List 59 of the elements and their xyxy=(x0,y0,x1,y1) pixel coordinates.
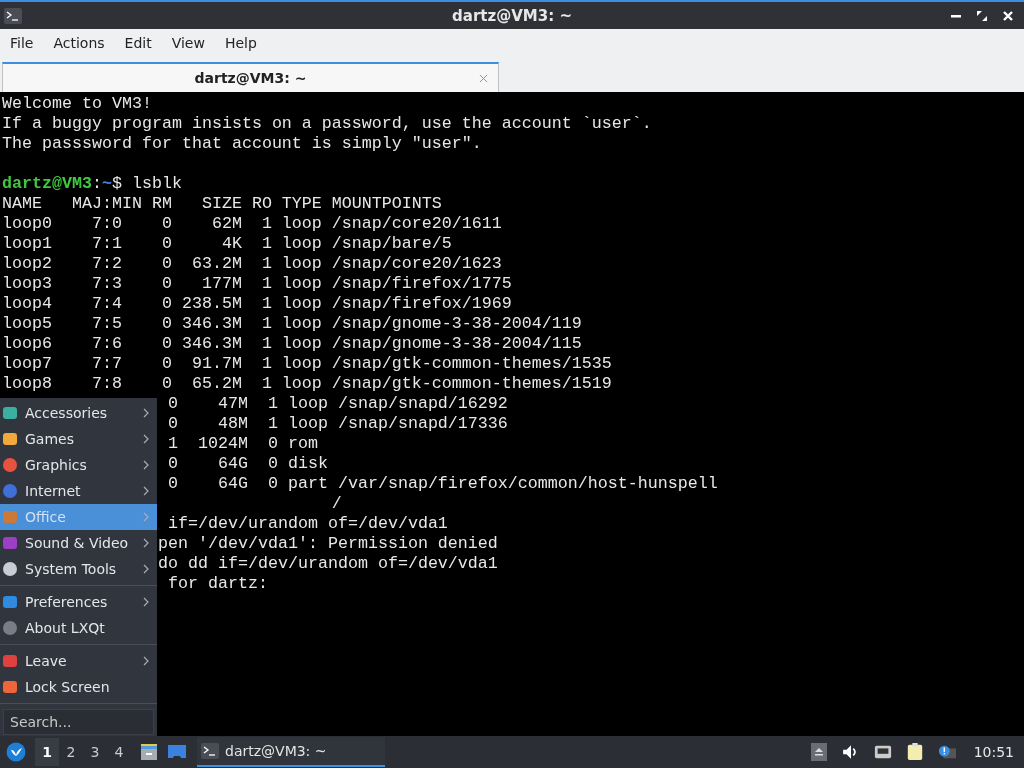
maximize-icon[interactable] xyxy=(976,9,988,22)
menu-item[interactable]: Help xyxy=(216,35,265,51)
terminal-line: loop3 7:3 0 177M 1 loop /snap/firefox/1775 xyxy=(2,274,512,293)
terminal-line: The passsword for that account is simply "user". xyxy=(2,134,482,153)
start-menu-icon[interactable] xyxy=(6,742,26,762)
workspace-button[interactable]: 3 xyxy=(83,738,107,766)
terminal-line: / xyxy=(330,494,342,513)
menu-item[interactable]: View xyxy=(163,35,213,51)
terminal-line: Welcome to VM3! xyxy=(2,94,152,113)
terminal-line: loop0 7:0 0 62M 1 loop /snap/core20/1611 xyxy=(2,214,502,233)
terminal-line: If a buggy program insists on a password, use the account `user`. xyxy=(2,114,652,133)
terminal-line: loop5 7:5 0 346.3M 1 loop /snap/gnome-3-38-2004/119 xyxy=(2,314,582,333)
workspace-button[interactable]: 2 xyxy=(59,738,83,766)
terminal-line: do dd if=/dev/urandom of=/dev/vda1 xyxy=(158,554,498,574)
terminal-line: 0 48M 1 loop /snap/snapd/17336 xyxy=(167,414,508,434)
menu-entry[interactable]: Lock Screen xyxy=(0,674,157,700)
terminal-line: loop8 7:8 0 65.2M 1 loop /snap/gtk-common-themes/1519 xyxy=(2,374,612,393)
menu-entry[interactable]: Preferences xyxy=(0,589,157,615)
menu-entry[interactable]: Internet xyxy=(0,478,157,504)
terminal-line: loop2 7:2 0 63.2M 1 loop /snap/core20/1623 xyxy=(2,254,502,273)
terminal-line: loop1 7:1 0 4K 1 loop /snap/bare/5 xyxy=(2,234,452,253)
clipboard-icon[interactable] xyxy=(905,743,924,761)
menu-item[interactable]: Actions xyxy=(45,35,113,51)
menu-item[interactable]: Edit xyxy=(116,35,160,51)
menu-entry[interactable]: Games xyxy=(0,426,157,452)
terminal-tab[interactable]: dartz@VM3: ~ xyxy=(2,62,499,92)
window-title: dartz@VM3: ~ xyxy=(452,6,572,25)
terminal-line: NAME MAJ:MIN RM SIZE RO TYPE MOUNTPOINTS xyxy=(2,194,442,213)
terminal-line: pen '/dev/vda1': Permission denied xyxy=(158,534,498,554)
menu-entry[interactable]: Graphics xyxy=(0,452,157,478)
close-tab-icon[interactable] xyxy=(479,73,488,83)
menu-entry[interactable]: Accessories xyxy=(0,400,157,426)
search-field[interactable]: Search... xyxy=(3,709,154,735)
terminal-line: 1 1024M 0 rom xyxy=(167,434,318,454)
network-icon[interactable] xyxy=(873,743,892,761)
terminal-prompt: dartz@VM3:~$ lsblk xyxy=(2,174,182,193)
eject-icon[interactable] xyxy=(809,743,828,761)
menu-entry[interactable]: System Tools xyxy=(0,556,157,582)
terminal-line: 0 64G 0 part /var/snap/firefox/common/host-hunspell xyxy=(167,474,718,494)
terminal-line: 0 47M 1 loop /snap/snapd/16292 xyxy=(167,394,508,414)
workspace-button[interactable]: 4 xyxy=(107,738,131,766)
menu-entry[interactable]: About LXQt xyxy=(0,615,157,641)
task-button[interactable]: dartz@VM3: ~ xyxy=(197,737,385,767)
file-manager-icon[interactable] xyxy=(139,742,159,762)
terminal-line: if=/dev/urandom of=/dev/vda1 xyxy=(167,514,448,534)
menu-item[interactable]: File xyxy=(2,35,42,51)
terminal-line: loop4 7:4 0 238.5M 1 loop /snap/firefox/1969 xyxy=(2,294,512,313)
notification-icon[interactable] xyxy=(937,743,956,761)
menu-entry[interactable]: Leave xyxy=(0,648,157,674)
close-icon[interactable] xyxy=(1002,9,1014,22)
clock[interactable]: 10:51 xyxy=(973,744,1014,760)
terminal-line: 0 64G 0 disk xyxy=(167,454,328,474)
workspace-button[interactable]: 1 xyxy=(35,738,59,766)
terminal-icon xyxy=(4,7,22,24)
menu-entry[interactable]: Sound & Video xyxy=(0,530,157,556)
terminal-line: loop6 7:6 0 346.3M 1 loop /snap/gnome-3-38-2004/115 xyxy=(2,334,582,353)
terminal-line: loop7 7:7 0 91.7M 1 loop /snap/gtk-common-themes/1535 xyxy=(2,354,612,373)
terminal-icon xyxy=(201,743,219,759)
terminal-line: for dartz: xyxy=(167,574,268,594)
